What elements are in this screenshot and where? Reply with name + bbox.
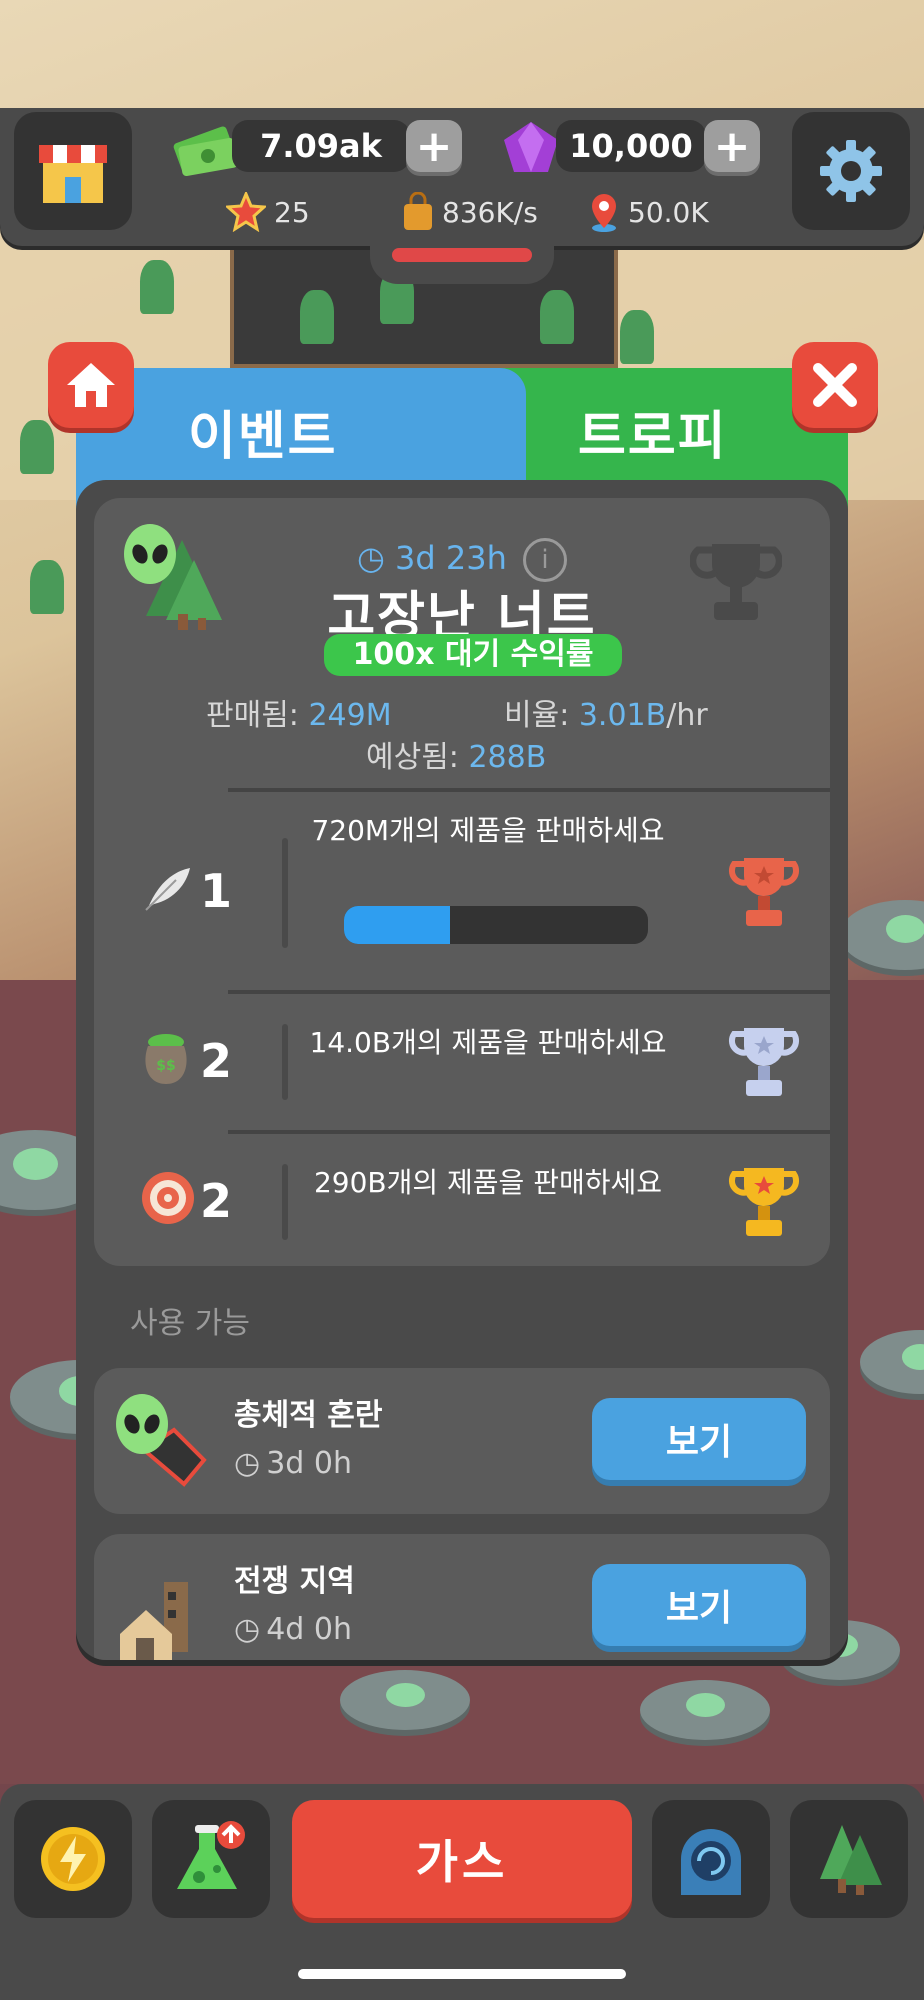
gem-icon bbox=[504, 122, 558, 172]
available-event-name: 전쟁 지역 bbox=[234, 1564, 355, 1599]
available-event-card: 전쟁 지역 ◷ 4d 0h 보기 bbox=[94, 1534, 830, 1660]
goal-count: 1 bbox=[200, 864, 233, 918]
cash-icon bbox=[173, 126, 238, 176]
available-event-name: 총체적 혼란 bbox=[234, 1398, 383, 1433]
clock-icon: ◷ bbox=[234, 1446, 261, 1481]
gem-value: 10,000 bbox=[556, 120, 706, 172]
tab-event-label: 이벤트 bbox=[188, 407, 338, 467]
tab-trophy-label: 트로피 bbox=[578, 407, 728, 467]
event-multiplier-badge: 100x 대기 수익률 bbox=[324, 634, 622, 676]
expected-value: 288B bbox=[468, 740, 547, 775]
available-event-duration: ◷ 4d 0h bbox=[234, 1612, 352, 1647]
location-value: 50.0K bbox=[628, 195, 709, 229]
view-button[interactable]: 보기 bbox=[592, 1564, 806, 1646]
goal-separator bbox=[282, 838, 288, 948]
goal-text: 720M개의 제품을 판매하세요 bbox=[311, 814, 665, 847]
add-cash-button[interactable]: + bbox=[406, 120, 462, 172]
bag-icon bbox=[404, 192, 432, 230]
alien-track-icon bbox=[116, 1394, 207, 1487]
goal-count: 2 bbox=[200, 1174, 233, 1228]
gold-trophy-icon bbox=[729, 1168, 799, 1236]
available-event-duration: ◷ 3d 0h bbox=[234, 1446, 352, 1481]
available-section-label: 사용 가능 bbox=[130, 1306, 250, 1341]
rate-label: 비율: bbox=[504, 698, 579, 733]
top-bar: 7.09ak + 10,000 + 25 836K/s 50.0K bbox=[0, 108, 924, 246]
goal-text: 290B개의 제품을 판매하세요 bbox=[313, 1166, 663, 1199]
event-timer-value: 3d 23h bbox=[395, 539, 507, 577]
shop-icon bbox=[39, 145, 107, 203]
collapse-handle[interactable] bbox=[370, 236, 554, 284]
goal-row: $$ 2 14.0B개의 제품을 판매하세요 bbox=[94, 994, 830, 1130]
gas-button[interactable]: 가스 bbox=[292, 1800, 632, 1918]
silver-trophy-icon bbox=[729, 1028, 799, 1096]
available-event-duration-value: 3d 0h bbox=[266, 1446, 352, 1481]
home-icon bbox=[67, 363, 115, 407]
target-icon bbox=[142, 1172, 194, 1224]
portal-icon bbox=[681, 1829, 741, 1895]
svg-text:$$: $$ bbox=[156, 1058, 175, 1074]
star-icon bbox=[226, 192, 266, 232]
current-event-card: ◷ 3d 23h i 고장난 너트 100x 대기 수익률 판매됨: 249M … bbox=[94, 498, 830, 1266]
lightning-icon bbox=[41, 1827, 105, 1891]
location-stat: 50.0K bbox=[588, 192, 709, 232]
goal-count: 2 bbox=[200, 1034, 233, 1088]
sold-value: 249M bbox=[308, 698, 392, 733]
flask-icon bbox=[177, 1821, 245, 1889]
close-icon bbox=[813, 363, 857, 407]
trees-icon bbox=[820, 1825, 882, 1895]
expected-label: 예상됨: bbox=[366, 740, 469, 775]
goal-text: 14.0B개의 제품을 판매하세요 bbox=[309, 1026, 667, 1059]
home-indicator bbox=[298, 1969, 626, 1979]
cash-value: 7.09ak bbox=[232, 120, 410, 172]
goal-separator bbox=[282, 1164, 288, 1240]
shop-button[interactable] bbox=[14, 112, 132, 230]
goal-progress-fill bbox=[344, 906, 451, 944]
forest-button[interactable] bbox=[790, 1800, 908, 1918]
event-panel: ◷ 3d 23h i 고장난 너트 100x 대기 수익률 판매됨: 249M … bbox=[76, 480, 848, 1660]
close-button[interactable] bbox=[792, 342, 878, 428]
view-button[interactable]: 보기 bbox=[592, 1398, 806, 1480]
income-value: 836K/s bbox=[442, 195, 538, 229]
feather-icon bbox=[145, 868, 190, 911]
available-event-card: 총체적 혼란 ◷ 3d 0h 보기 bbox=[94, 1368, 830, 1514]
goal-progress-bar bbox=[344, 906, 648, 944]
goal-row: 1 720M개의 제품을 판매하세요 bbox=[94, 792, 830, 990]
goal-row: 2 290B개의 제품을 판매하세요 bbox=[94, 1134, 830, 1266]
bottom-nav: 가스 bbox=[0, 1784, 924, 2000]
location-pin-icon bbox=[592, 194, 616, 232]
handle-bar bbox=[392, 248, 532, 262]
clock-icon: ◷ bbox=[356, 539, 385, 577]
sold-label: 판매됨: bbox=[206, 698, 309, 733]
income-stat: 836K/s bbox=[402, 192, 538, 232]
money-pot-icon: $$ bbox=[145, 1034, 187, 1084]
expected-stat: 예상됨: 288B bbox=[366, 732, 546, 776]
available-event-duration-value: 4d 0h bbox=[266, 1612, 352, 1647]
rate-value: 3.01B bbox=[578, 698, 667, 733]
gear-icon bbox=[820, 140, 882, 202]
bronze-trophy-icon bbox=[729, 858, 799, 926]
clock-icon: ◷ bbox=[234, 1612, 261, 1647]
stars-stat: 25 bbox=[226, 192, 310, 232]
rate-unit: /hr bbox=[666, 698, 708, 733]
boost-button[interactable] bbox=[14, 1800, 132, 1918]
add-gems-button[interactable]: + bbox=[704, 120, 760, 172]
war-zone-icon bbox=[120, 1582, 188, 1660]
stars-value: 25 bbox=[274, 195, 310, 229]
home-button[interactable] bbox=[48, 342, 134, 428]
rate-stat: 비율: 3.01B/hr bbox=[504, 690, 708, 734]
settings-button[interactable] bbox=[792, 112, 910, 230]
research-button[interactable] bbox=[152, 1800, 270, 1918]
sold-stat: 판매됨: 249M bbox=[206, 690, 392, 734]
goal-separator bbox=[282, 1024, 288, 1100]
portal-button[interactable] bbox=[652, 1800, 770, 1918]
